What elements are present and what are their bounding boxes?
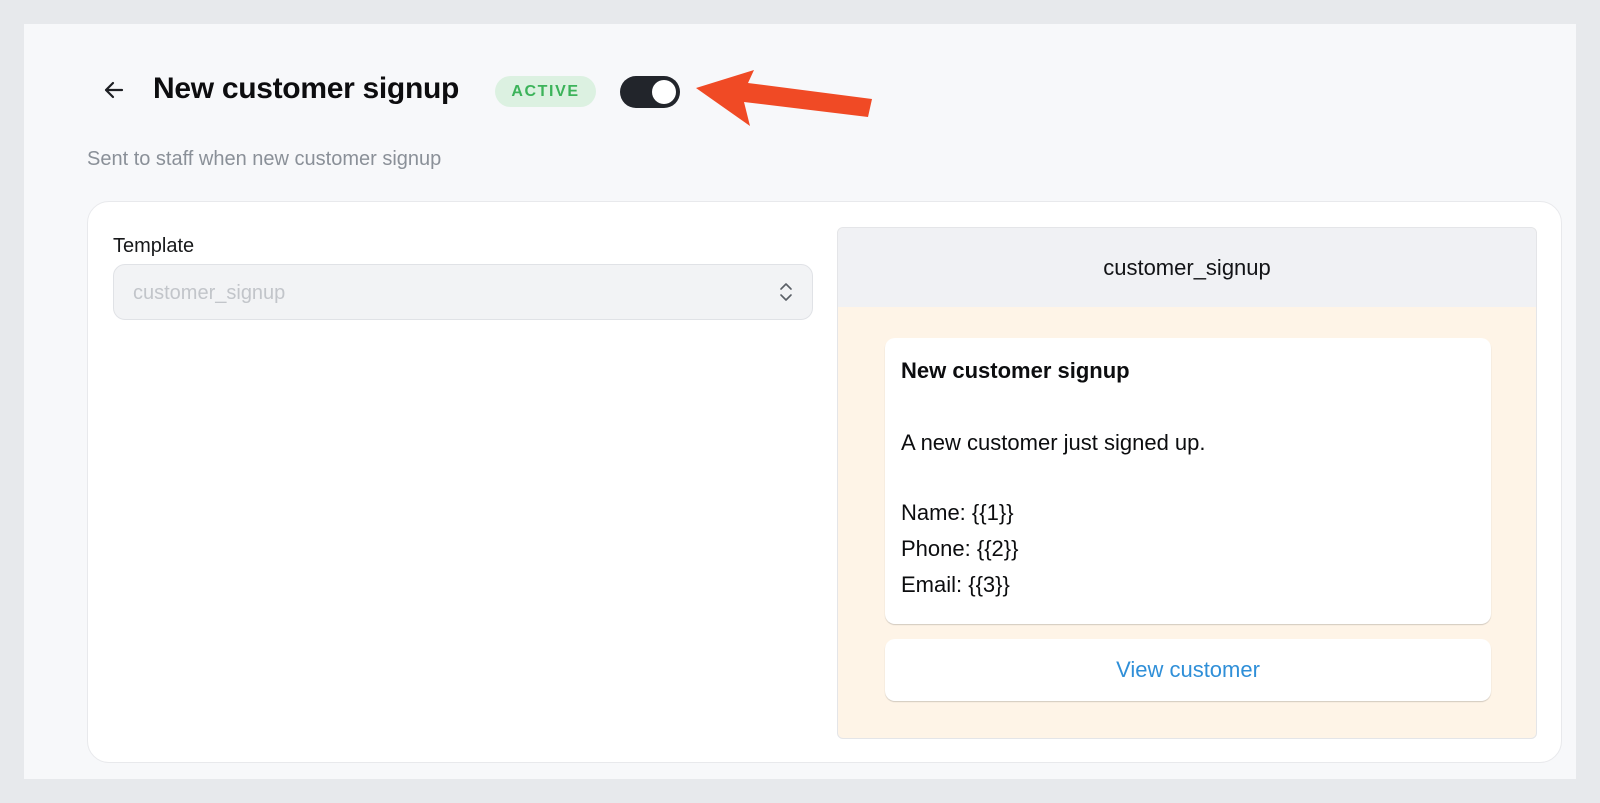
preview-template-name: customer_signup	[838, 228, 1536, 307]
toggle-knob	[652, 80, 676, 104]
message-body: A new customer just signed up.	[901, 430, 1206, 455]
page-header: New customer signup ACTIVE Sent to staff…	[24, 24, 1576, 170]
template-field-label: Template	[113, 235, 195, 257]
message-name-line: Name: {{1}}	[901, 500, 1014, 525]
message-email-line: Email: {{3}}	[901, 572, 1010, 597]
annotation-arrow-icon	[696, 70, 872, 126]
message-bubble: New customer signup A new customer just …	[885, 338, 1491, 624]
arrow-left-icon	[104, 81, 124, 99]
settings-panel: New customer signup ACTIVE Sent to staff…	[24, 24, 1576, 779]
template-select[interactable]: customer_signup	[113, 264, 813, 320]
back-button[interactable]	[97, 73, 131, 107]
message-title: New customer signup	[901, 358, 1130, 383]
template-select-value: customer_signup	[133, 282, 286, 304]
active-toggle[interactable]	[620, 76, 680, 108]
template-card: Template customer_signup customer_signup…	[87, 201, 1562, 763]
message-phone-line: Phone: {{2}}	[901, 536, 1019, 561]
message-preview: customer_signup New customer signup A ne…	[837, 227, 1537, 739]
page-description: Sent to staff when new customer signup	[87, 148, 442, 170]
status-badge: ACTIVE	[495, 76, 596, 107]
page-title: New customer signup	[153, 72, 460, 105]
chevron-up-down-icon	[780, 283, 792, 301]
view-customer-button[interactable]: View customer	[885, 639, 1491, 701]
